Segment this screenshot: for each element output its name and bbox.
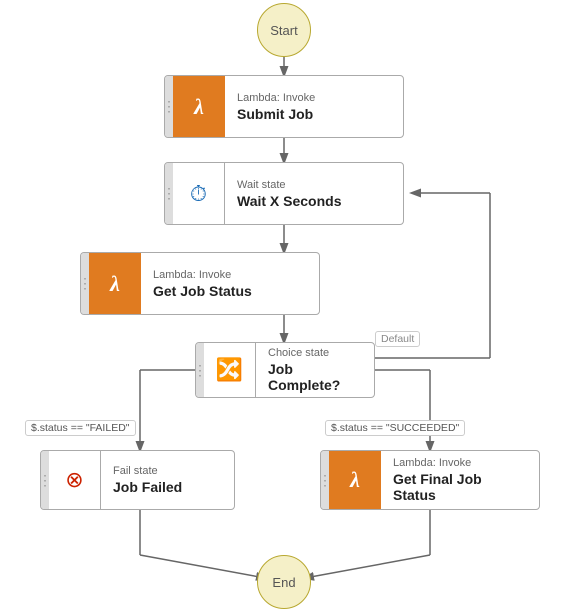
fail-icon: ⊗ [65,467,83,493]
start-node: Start [257,3,311,57]
submit-job-node[interactable]: λ Lambda: Invoke Submit Job [164,75,404,138]
get-final-status-type: Lambda: Invoke [393,457,527,469]
job-failed-icon: ⊗ [49,451,101,509]
submit-job-type: Lambda: Invoke [237,92,315,104]
get-job-status-title: Get Job Status [153,283,252,299]
lambda-icon: λ [194,94,204,120]
job-complete-node[interactable]: 🔀 Choice state Job Complete? [195,342,375,398]
submit-job-title: Submit Job [237,106,315,122]
get-job-status-icon: λ [89,253,141,314]
job-failed-node[interactable]: ⊗ Fail state Job Failed [40,450,235,510]
job-failed-type: Fail state [113,465,182,477]
lambda-icon-2: λ [110,271,120,297]
job-complete-type: Choice state [268,347,362,359]
job-complete-title: Job Complete? [268,361,362,393]
job-failed-text: Fail state Job Failed [101,459,194,501]
wait-state-icon: ⏱ [173,163,225,224]
clock-icon: ⏱ [190,181,207,207]
wait-state-node[interactable]: ⏱ Wait state Wait X Seconds [164,162,404,225]
submit-job-icon: λ [173,76,225,137]
submit-job-handle[interactable] [165,76,173,137]
submit-job-text: Lambda: Invoke Submit Job [225,86,327,128]
get-job-status-text: Lambda: Invoke Get Job Status [141,263,264,305]
job-failed-title: Job Failed [113,479,182,495]
get-final-status-handle[interactable] [321,451,329,509]
job-failed-handle[interactable] [41,451,49,509]
failed-condition-label: $.status == "FAILED" [25,420,136,436]
job-complete-text: Choice state Job Complete? [256,342,374,398]
end-node: End [257,555,311,609]
lambda-icon-3: λ [350,467,360,493]
get-job-status-type: Lambda: Invoke [153,269,252,281]
succeeded-condition-label: $.status == "SUCCEEDED" [325,420,465,436]
choice-icon: 🔀 [216,357,243,383]
end-label: End [272,575,295,590]
get-final-status-text: Lambda: Invoke Get Final Job Status [381,451,539,509]
default-label: Default [375,331,420,347]
get-final-status-icon: λ [329,451,381,509]
get-job-status-node[interactable]: λ Lambda: Invoke Get Job Status [80,252,320,315]
job-complete-icon: 🔀 [204,343,256,397]
wait-state-text: Wait state Wait X Seconds [225,173,354,215]
get-final-status-title: Get Final Job Status [393,471,527,503]
wait-state-type: Wait state [237,179,342,191]
wait-state-handle[interactable] [165,163,173,224]
job-complete-handle[interactable] [196,343,204,397]
get-job-status-handle[interactable] [81,253,89,314]
get-final-status-node[interactable]: λ Lambda: Invoke Get Final Job Status [320,450,540,510]
start-label: Start [270,23,297,38]
wait-state-title: Wait X Seconds [237,193,342,209]
workflow-diagram: Start λ Lambda: Invoke Submit Job ⏱ Wait… [0,0,570,610]
